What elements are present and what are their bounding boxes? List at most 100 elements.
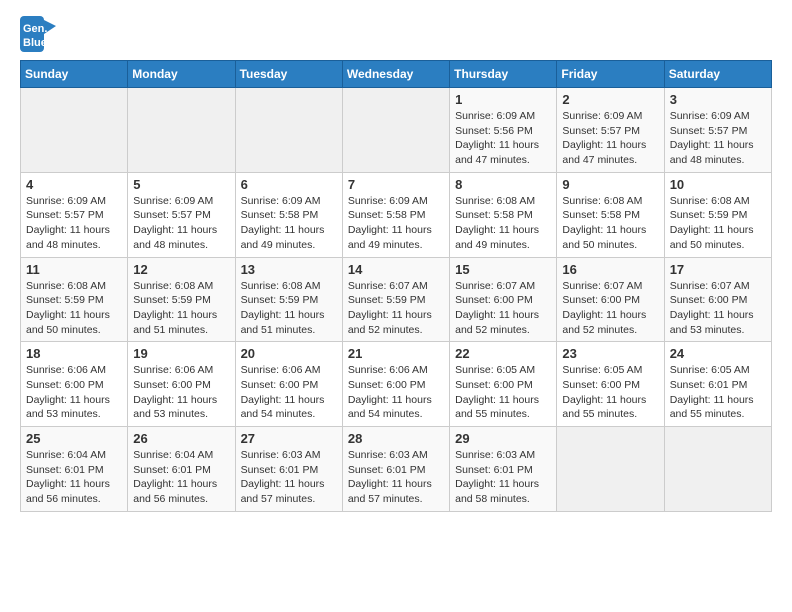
calendar-week-row: 1 Sunrise: 6:09 AM Sunset: 5:56 PM Daylig… — [21, 88, 772, 173]
calendar-cell: 10 Sunrise: 6:08 AM Sunset: 5:59 PM Dayli… — [664, 172, 771, 257]
calendar-cell — [557, 427, 664, 512]
weekday-header-friday: Friday — [557, 61, 664, 88]
calendar-cell: 8 Sunrise: 6:08 AM Sunset: 5:58 PM Daylig… — [450, 172, 557, 257]
calendar-header-row: SundayMondayTuesdayWednesdayThursdayFrid… — [21, 61, 772, 88]
day-number: 18 — [26, 346, 122, 361]
day-info: Sunrise: 6:07 AM Sunset: 6:00 PM Dayligh… — [670, 279, 766, 338]
day-number: 3 — [670, 92, 766, 107]
day-info: Sunrise: 6:06 AM Sunset: 6:00 PM Dayligh… — [26, 363, 122, 422]
calendar-cell: 2 Sunrise: 6:09 AM Sunset: 5:57 PM Daylig… — [557, 88, 664, 173]
calendar-cell: 25Sunrise: 6:04 AM Sunset: 6:01 PM Dayli… — [21, 427, 128, 512]
calendar-week-row: 4 Sunrise: 6:09 AM Sunset: 5:57 PM Daylig… — [21, 172, 772, 257]
day-info: Sunrise: 6:09 AM Sunset: 5:57 PM Dayligh… — [26, 194, 122, 253]
day-info: Sunrise: 6:09 AM Sunset: 5:57 PM Dayligh… — [133, 194, 229, 253]
logo: Gen. Blue — [20, 16, 56, 52]
day-number: 2 — [562, 92, 658, 107]
day-number: 7 — [348, 177, 444, 192]
calendar-cell: 22 Sunrise: 6:05 AM Sunset: 6:00 PM Dayli… — [450, 342, 557, 427]
calendar-table: SundayMondayTuesdayWednesdayThursdayFrid… — [20, 60, 772, 512]
calendar-cell: 6 Sunrise: 6:09 AM Sunset: 5:58 PM Daylig… — [235, 172, 342, 257]
day-number: 26 — [133, 431, 229, 446]
day-info: Sunrise: 6:08 AM Sunset: 5:59 PM Dayligh… — [26, 279, 122, 338]
svg-text:Gen.: Gen. — [23, 23, 47, 35]
calendar-cell: 12 Sunrise: 6:08 AM Sunset: 5:59 PM Dayli… — [128, 257, 235, 342]
calendar-cell: 21 Sunrise: 6:06 AM Sunset: 6:00 PM Dayli… — [342, 342, 449, 427]
day-number: 22 — [455, 346, 551, 361]
day-info: Sunrise: 6:07 AM Sunset: 6:00 PM Dayligh… — [455, 279, 551, 338]
calendar-cell: 4 Sunrise: 6:09 AM Sunset: 5:57 PM Daylig… — [21, 172, 128, 257]
day-number: 6 — [241, 177, 337, 192]
day-number: 27 — [241, 431, 337, 446]
weekday-header-tuesday: Tuesday — [235, 61, 342, 88]
day-info: Sunrise: 6:08 AM Sunset: 5:58 PM Dayligh… — [562, 194, 658, 253]
day-number: 1 — [455, 92, 551, 107]
day-info: Sunrise: 6:06 AM Sunset: 6:00 PM Dayligh… — [133, 363, 229, 422]
calendar-cell — [235, 88, 342, 173]
day-number: 11 — [26, 262, 122, 277]
day-number: 28 — [348, 431, 444, 446]
day-number: 9 — [562, 177, 658, 192]
day-number: 10 — [670, 177, 766, 192]
calendar-cell: 26 Sunrise: 6:04 AM Sunset: 6:01 PM Dayli… — [128, 427, 235, 512]
calendar-cell: 28 Sunrise: 6:03 AM Sunset: 6:01 PM Dayli… — [342, 427, 449, 512]
calendar-week-row: 18 Sunrise: 6:06 AM Sunset: 6:00 PM Dayli… — [21, 342, 772, 427]
day-info: Sunrise: 6:05 AM Sunset: 6:00 PM Dayligh… — [455, 363, 551, 422]
day-info: Sunrise: 6:08 AM Sunset: 5:58 PM Dayligh… — [455, 194, 551, 253]
day-number: 5 — [133, 177, 229, 192]
day-number: 23 — [562, 346, 658, 361]
weekday-header-saturday: Saturday — [664, 61, 771, 88]
calendar-week-row: 25Sunrise: 6:04 AM Sunset: 6:01 PM Dayli… — [21, 427, 772, 512]
calendar-cell: 19 Sunrise: 6:06 AM Sunset: 6:00 PM Dayli… — [128, 342, 235, 427]
calendar-cell: 20 Sunrise: 6:06 AM Sunset: 6:00 PM Dayli… — [235, 342, 342, 427]
calendar-cell: 9 Sunrise: 6:08 AM Sunset: 5:58 PM Daylig… — [557, 172, 664, 257]
calendar-cell: 15 Sunrise: 6:07 AM Sunset: 6:00 PM Dayli… — [450, 257, 557, 342]
day-info: Sunrise: 6:04 AM Sunset: 6:01 PM Dayligh… — [26, 448, 122, 507]
weekday-header-thursday: Thursday — [450, 61, 557, 88]
calendar-cell: 17 Sunrise: 6:07 AM Sunset: 6:00 PM Dayli… — [664, 257, 771, 342]
day-info: Sunrise: 6:09 AM Sunset: 5:57 PM Dayligh… — [562, 109, 658, 168]
day-info: Sunrise: 6:03 AM Sunset: 6:01 PM Dayligh… — [455, 448, 551, 507]
day-number: 15 — [455, 262, 551, 277]
calendar-cell — [21, 88, 128, 173]
calendar-cell: 16Sunrise: 6:07 AM Sunset: 6:00 PM Dayli… — [557, 257, 664, 342]
calendar-cell: 23 Sunrise: 6:05 AM Sunset: 6:00 PM Dayli… — [557, 342, 664, 427]
svg-text:Blue: Blue — [23, 37, 47, 49]
day-info: Sunrise: 6:09 AM Sunset: 5:56 PM Dayligh… — [455, 109, 551, 168]
logo-svg: Gen. Blue — [20, 16, 56, 52]
calendar-cell — [128, 88, 235, 173]
day-number: 17 — [670, 262, 766, 277]
day-number: 19 — [133, 346, 229, 361]
day-number: 21 — [348, 346, 444, 361]
day-info: Sunrise: 6:09 AM Sunset: 5:57 PM Dayligh… — [670, 109, 766, 168]
calendar-cell: 11 Sunrise: 6:08 AM Sunset: 5:59 PM Dayli… — [21, 257, 128, 342]
day-info: Sunrise: 6:09 AM Sunset: 5:58 PM Dayligh… — [241, 194, 337, 253]
calendar-cell: 29 Sunrise: 6:03 AM Sunset: 6:01 PM Dayli… — [450, 427, 557, 512]
day-number: 20 — [241, 346, 337, 361]
calendar-cell — [664, 427, 771, 512]
day-number: 13 — [241, 262, 337, 277]
day-number: 29 — [455, 431, 551, 446]
day-number: 14 — [348, 262, 444, 277]
day-info: Sunrise: 6:08 AM Sunset: 5:59 PM Dayligh… — [133, 279, 229, 338]
day-info: Sunrise: 6:08 AM Sunset: 5:59 PM Dayligh… — [670, 194, 766, 253]
day-number: 8 — [455, 177, 551, 192]
day-number: 24 — [670, 346, 766, 361]
weekday-header-wednesday: Wednesday — [342, 61, 449, 88]
day-info: Sunrise: 6:06 AM Sunset: 6:00 PM Dayligh… — [348, 363, 444, 422]
day-info: Sunrise: 6:05 AM Sunset: 6:00 PM Dayligh… — [562, 363, 658, 422]
day-info: Sunrise: 6:04 AM Sunset: 6:01 PM Dayligh… — [133, 448, 229, 507]
day-info: Sunrise: 6:06 AM Sunset: 6:00 PM Dayligh… — [241, 363, 337, 422]
calendar-cell: 3 Sunrise: 6:09 AM Sunset: 5:57 PM Daylig… — [664, 88, 771, 173]
page-header: Gen. Blue — [20, 16, 772, 52]
calendar-cell — [342, 88, 449, 173]
day-info: Sunrise: 6:08 AM Sunset: 5:59 PM Dayligh… — [241, 279, 337, 338]
day-info: Sunrise: 6:09 AM Sunset: 5:58 PM Dayligh… — [348, 194, 444, 253]
day-info: Sunrise: 6:03 AM Sunset: 6:01 PM Dayligh… — [348, 448, 444, 507]
calendar-cell: 14Sunrise: 6:07 AM Sunset: 5:59 PM Dayli… — [342, 257, 449, 342]
calendar-week-row: 11 Sunrise: 6:08 AM Sunset: 5:59 PM Dayli… — [21, 257, 772, 342]
weekday-header-sunday: Sunday — [21, 61, 128, 88]
calendar-cell: 7 Sunrise: 6:09 AM Sunset: 5:58 PM Daylig… — [342, 172, 449, 257]
calendar-cell: 24Sunrise: 6:05 AM Sunset: 6:01 PM Dayli… — [664, 342, 771, 427]
day-number: 12 — [133, 262, 229, 277]
day-number: 4 — [26, 177, 122, 192]
